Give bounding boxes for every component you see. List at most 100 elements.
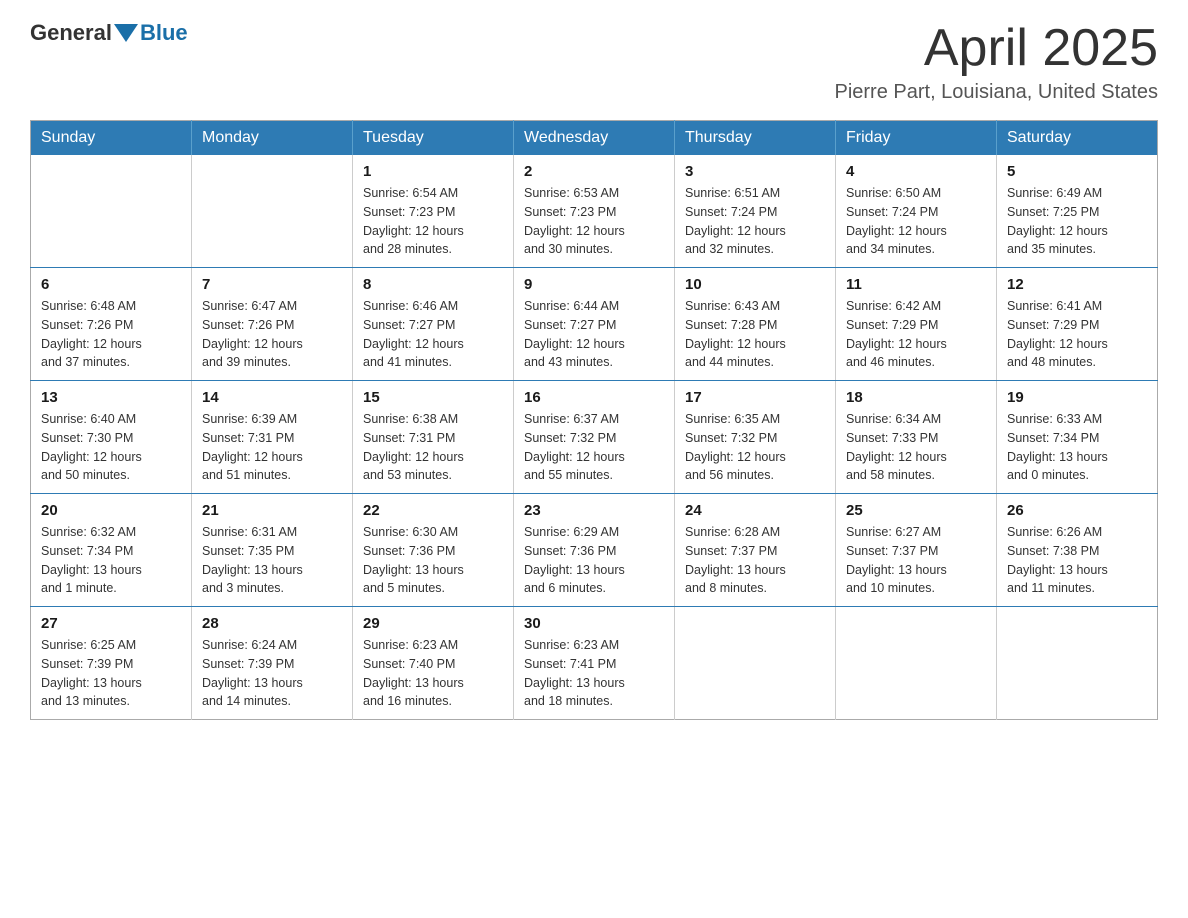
day-number: 1 <box>363 163 503 180</box>
day-number: 5 <box>1007 163 1147 180</box>
calendar-day-cell <box>997 607 1158 720</box>
calendar-day-cell <box>31 155 192 268</box>
logo: General Blue <box>30 20 188 46</box>
day-info: Sunrise: 6:25 AMSunset: 7:39 PMDaylight:… <box>41 636 181 711</box>
day-info: Sunrise: 6:35 AMSunset: 7:32 PMDaylight:… <box>685 410 825 485</box>
calendar-week-row: 13 Sunrise: 6:40 AMSunset: 7:30 PMDayligh… <box>31 381 1158 494</box>
calendar-week-row: 27 Sunrise: 6:25 AMSunset: 7:39 PMDayligh… <box>31 607 1158 720</box>
logo-blue-part: Blue <box>112 20 188 46</box>
calendar-day-cell: 19 Sunrise: 6:33 AMSunset: 7:34 PMDayligh… <box>997 381 1158 494</box>
calendar-day-cell: 30 Sunrise: 6:23 AMSunset: 7:41 PMDayligh… <box>514 607 675 720</box>
calendar-day-cell: 22 Sunrise: 6:30 AMSunset: 7:36 PMDayligh… <box>353 494 514 607</box>
day-info: Sunrise: 6:46 AMSunset: 7:27 PMDaylight:… <box>363 297 503 372</box>
calendar-day-cell: 4 Sunrise: 6:50 AMSunset: 7:24 PMDaylight… <box>836 155 997 268</box>
calendar-day-cell: 11Sunrise: 6:42 AMSunset: 7:29 PMDayligh… <box>836 268 997 381</box>
day-number: 18 <box>846 389 986 406</box>
day-info: Sunrise: 6:54 AMSunset: 7:23 PMDaylight:… <box>363 184 503 259</box>
day-number: 6 <box>41 276 181 293</box>
logo-triangle-icon <box>114 24 138 42</box>
calendar-day-cell <box>836 607 997 720</box>
day-info: Sunrise: 6:41 AMSunset: 7:29 PMDaylight:… <box>1007 297 1147 372</box>
day-info: Sunrise: 6:24 AMSunset: 7:39 PMDaylight:… <box>202 636 342 711</box>
calendar-day-header: Wednesday <box>514 121 675 156</box>
day-info: Sunrise: 6:23 AMSunset: 7:40 PMDaylight:… <box>363 636 503 711</box>
calendar-day-cell: 17 Sunrise: 6:35 AMSunset: 7:32 PMDayligh… <box>675 381 836 494</box>
day-info: Sunrise: 6:30 AMSunset: 7:36 PMDaylight:… <box>363 523 503 598</box>
calendar-day-cell: 23Sunrise: 6:29 AMSunset: 7:36 PMDayligh… <box>514 494 675 607</box>
day-number: 20 <box>41 502 181 519</box>
calendar-day-cell: 3Sunrise: 6:51 AMSunset: 7:24 PMDaylight… <box>675 155 836 268</box>
day-info: Sunrise: 6:33 AMSunset: 7:34 PMDaylight:… <box>1007 410 1147 485</box>
day-number: 25 <box>846 502 986 519</box>
calendar-day-cell: 21 Sunrise: 6:31 AMSunset: 7:35 PMDayligh… <box>192 494 353 607</box>
calendar-day-header: Friday <box>836 121 997 156</box>
day-number: 27 <box>41 615 181 632</box>
calendar-week-row: 6 Sunrise: 6:48 AMSunset: 7:26 PMDaylight… <box>31 268 1158 381</box>
day-number: 28 <box>202 615 342 632</box>
calendar-table: SundayMondayTuesdayWednesdayThursdayFrid… <box>30 120 1158 720</box>
calendar-day-header: Sunday <box>31 121 192 156</box>
day-info: Sunrise: 6:26 AMSunset: 7:38 PMDaylight:… <box>1007 523 1147 598</box>
calendar-day-cell: 20 Sunrise: 6:32 AMSunset: 7:34 PMDayligh… <box>31 494 192 607</box>
calendar-header-row: SundayMondayTuesdayWednesdayThursdayFrid… <box>31 121 1158 156</box>
calendar-day-cell: 24Sunrise: 6:28 AMSunset: 7:37 PMDayligh… <box>675 494 836 607</box>
day-number: 8 <box>363 276 503 293</box>
calendar-day-cell: 9Sunrise: 6:44 AMSunset: 7:27 PMDaylight… <box>514 268 675 381</box>
day-number: 7 <box>202 276 342 293</box>
day-number: 19 <box>1007 389 1147 406</box>
calendar-day-cell: 6 Sunrise: 6:48 AMSunset: 7:26 PMDaylight… <box>31 268 192 381</box>
day-info: Sunrise: 6:47 AMSunset: 7:26 PMDaylight:… <box>202 297 342 372</box>
day-info: Sunrise: 6:51 AMSunset: 7:24 PMDaylight:… <box>685 184 825 259</box>
day-info: Sunrise: 6:34 AMSunset: 7:33 PMDaylight:… <box>846 410 986 485</box>
calendar-week-row: 1 Sunrise: 6:54 AMSunset: 7:23 PMDaylight… <box>31 155 1158 268</box>
calendar-day-cell: 1 Sunrise: 6:54 AMSunset: 7:23 PMDaylight… <box>353 155 514 268</box>
day-info: Sunrise: 6:31 AMSunset: 7:35 PMDaylight:… <box>202 523 342 598</box>
calendar-day-cell: 14 Sunrise: 6:39 AMSunset: 7:31 PMDayligh… <box>192 381 353 494</box>
day-info: Sunrise: 6:50 AMSunset: 7:24 PMDaylight:… <box>846 184 986 259</box>
day-info: Sunrise: 6:39 AMSunset: 7:31 PMDaylight:… <box>202 410 342 485</box>
calendar-day-cell: 15 Sunrise: 6:38 AMSunset: 7:31 PMDayligh… <box>353 381 514 494</box>
day-number: 21 <box>202 502 342 519</box>
day-info: Sunrise: 6:28 AMSunset: 7:37 PMDaylight:… <box>685 523 825 598</box>
day-number: 15 <box>363 389 503 406</box>
day-info: Sunrise: 6:32 AMSunset: 7:34 PMDaylight:… <box>41 523 181 598</box>
day-number: 22 <box>363 502 503 519</box>
day-number: 4 <box>846 163 986 180</box>
day-info: Sunrise: 6:43 AMSunset: 7:28 PMDaylight:… <box>685 297 825 372</box>
day-number: 13 <box>41 389 181 406</box>
calendar-day-header: Thursday <box>675 121 836 156</box>
day-number: 9 <box>524 276 664 293</box>
calendar-day-cell: 26 Sunrise: 6:26 AMSunset: 7:38 PMDayligh… <box>997 494 1158 607</box>
calendar-day-cell: 29 Sunrise: 6:23 AMSunset: 7:40 PMDayligh… <box>353 607 514 720</box>
calendar-week-row: 20 Sunrise: 6:32 AMSunset: 7:34 PMDayligh… <box>31 494 1158 607</box>
calendar-day-cell: 25 Sunrise: 6:27 AMSunset: 7:37 PMDayligh… <box>836 494 997 607</box>
day-number: 14 <box>202 389 342 406</box>
calendar-day-cell: 16Sunrise: 6:37 AMSunset: 7:32 PMDayligh… <box>514 381 675 494</box>
logo-general: General <box>30 20 112 46</box>
day-info: Sunrise: 6:23 AMSunset: 7:41 PMDaylight:… <box>524 636 664 711</box>
day-info: Sunrise: 6:29 AMSunset: 7:36 PMDaylight:… <box>524 523 664 598</box>
logo-blue: Blue <box>140 20 188 46</box>
day-info: Sunrise: 6:40 AMSunset: 7:30 PMDaylight:… <box>41 410 181 485</box>
calendar-day-cell: 7 Sunrise: 6:47 AMSunset: 7:26 PMDaylight… <box>192 268 353 381</box>
day-info: Sunrise: 6:27 AMSunset: 7:37 PMDaylight:… <box>846 523 986 598</box>
day-number: 30 <box>524 615 664 632</box>
calendar-day-cell: 27 Sunrise: 6:25 AMSunset: 7:39 PMDayligh… <box>31 607 192 720</box>
day-info: Sunrise: 6:53 AMSunset: 7:23 PMDaylight:… <box>524 184 664 259</box>
calendar-day-cell: 28 Sunrise: 6:24 AMSunset: 7:39 PMDayligh… <box>192 607 353 720</box>
day-number: 12 <box>1007 276 1147 293</box>
page-header: General Blue April 2025 Pierre Part, Lou… <box>30 20 1158 104</box>
calendar-day-cell: 2 Sunrise: 6:53 AMSunset: 7:23 PMDaylight… <box>514 155 675 268</box>
day-number: 29 <box>363 615 503 632</box>
calendar-day-cell: 8 Sunrise: 6:46 AMSunset: 7:27 PMDaylight… <box>353 268 514 381</box>
day-number: 17 <box>685 389 825 406</box>
day-number: 2 <box>524 163 664 180</box>
day-number: 16 <box>524 389 664 406</box>
day-info: Sunrise: 6:48 AMSunset: 7:26 PMDaylight:… <box>41 297 181 372</box>
calendar-day-cell: 18 Sunrise: 6:34 AMSunset: 7:33 PMDayligh… <box>836 381 997 494</box>
day-info: Sunrise: 6:38 AMSunset: 7:31 PMDaylight:… <box>363 410 503 485</box>
day-number: 26 <box>1007 502 1147 519</box>
calendar-day-cell: 10 Sunrise: 6:43 AMSunset: 7:28 PMDayligh… <box>675 268 836 381</box>
day-number: 10 <box>685 276 825 293</box>
logo-text: General Blue <box>30 20 188 46</box>
